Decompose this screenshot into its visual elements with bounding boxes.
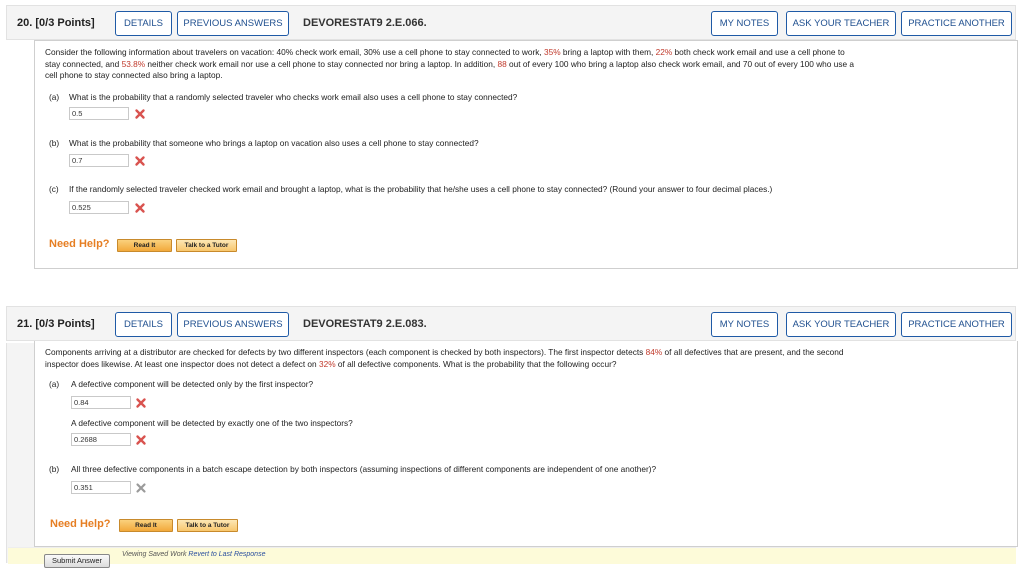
question-points: [0/3 Points]	[35, 318, 95, 330]
unmarked-x-icon	[136, 483, 146, 493]
part-label: (a)	[49, 92, 60, 102]
practice-another-button[interactable]: PRACTICE ANOTHER	[901, 11, 1012, 36]
answer-field[interactable]: 0.5	[69, 107, 129, 120]
part-label: (b)	[49, 138, 60, 148]
ask-your-teacher-button[interactable]: ASK YOUR TEACHER	[786, 312, 896, 337]
incorrect-x-icon	[136, 435, 146, 445]
intro-text: Consider the following information about…	[45, 47, 545, 57]
answer-field[interactable]: 0.84	[71, 396, 131, 409]
submit-answer-button[interactable]: Submit Answer	[44, 554, 110, 568]
intro-text: of all defective components. What is the…	[335, 358, 617, 369]
part-question: What is the probability that someone who…	[69, 138, 479, 148]
intro-text: bring a laptop with them,	[560, 47, 656, 57]
intro-highlight: 84%	[645, 347, 663, 357]
part-label: (b)	[49, 464, 60, 474]
question-20-header: 20. [0/3 Points] DETAILS PREVIOUS ANSWER…	[6, 5, 1016, 40]
need-help-label: Need Help?	[50, 518, 111, 530]
incorrect-x-icon	[135, 109, 145, 119]
part-question: If the randomly selected traveler checke…	[69, 184, 773, 194]
intro-highlight: 53.8%	[121, 58, 146, 69]
question-number-value: 21.	[17, 318, 33, 330]
question-21-header: 21. [0/3 Points] DETAILS PREVIOUS ANSWER…	[6, 306, 1016, 341]
previous-answers-button[interactable]: PREVIOUS ANSWERS	[177, 312, 289, 337]
part-question: All three defective components in a batc…	[71, 464, 657, 474]
question-code: DEVORESTAT9 2.E.083.	[303, 318, 427, 330]
question-sidebar	[6, 343, 35, 563]
read-it-button[interactable]: Read It	[119, 519, 173, 532]
part-question: What is the probability that a randomly …	[69, 92, 518, 102]
question-number-value: 20.	[17, 17, 33, 29]
my-notes-button[interactable]: MY NOTES	[711, 312, 778, 337]
question-intro: Components arriving at a distributor are…	[45, 347, 1013, 370]
viewing-status: Viewing Saved Work Revert to Last Respon…	[122, 551, 265, 558]
read-it-button[interactable]: Read It	[117, 239, 172, 252]
intro-highlight: 35%	[544, 47, 561, 57]
part-label: (c)	[49, 184, 59, 194]
part-label: (a)	[49, 379, 60, 389]
question-intro: Consider the following information about…	[45, 47, 1013, 82]
revert-link[interactable]: Revert to Last Response	[188, 551, 265, 558]
details-button[interactable]: DETAILS	[115, 11, 172, 36]
question-points: [0/3 Points]	[35, 17, 95, 29]
part-question: A defective component will be detected o…	[71, 379, 314, 389]
answer-field[interactable]: 0.7	[69, 154, 129, 167]
need-help-label: Need Help?	[49, 238, 110, 250]
talk-to-tutor-button[interactable]: Talk to a Tutor	[177, 519, 238, 532]
intro-text: of all defectives that are present, and …	[662, 347, 844, 357]
intro-text: cell phone to stay connected also bring …	[45, 70, 223, 80]
intro-text: inspector does likewise. At least one in…	[45, 358, 319, 369]
talk-to-tutor-button[interactable]: Talk to a Tutor	[176, 239, 237, 252]
question-20-body: Consider the following information about…	[34, 40, 1018, 269]
intro-text: neither check work email nor use a cell …	[145, 58, 498, 69]
incorrect-x-icon	[135, 203, 145, 213]
answer-field[interactable]: 0.351	[71, 481, 131, 494]
details-button[interactable]: DETAILS	[115, 312, 172, 337]
question-code: DEVORESTAT9 2.E.066.	[303, 17, 427, 29]
viewing-saved-work-text: Viewing Saved Work	[122, 551, 187, 558]
intro-text: Components arriving at a distributor are…	[45, 347, 646, 357]
previous-answers-button[interactable]: PREVIOUS ANSWERS	[177, 11, 289, 36]
incorrect-x-icon	[136, 398, 146, 408]
ask-your-teacher-button[interactable]: ASK YOUR TEACHER	[786, 11, 896, 36]
practice-another-button[interactable]: PRACTICE ANOTHER	[901, 312, 1012, 337]
answer-field[interactable]: 0.525	[69, 201, 129, 214]
question-21-body: Components arriving at a distributor are…	[34, 341, 1018, 547]
part-question: A defective component will be detected b…	[71, 418, 353, 428]
question-number: 21. [0/3 Points]	[17, 318, 95, 330]
intro-text: both check work email and use a cell pho…	[672, 47, 845, 57]
intro-text: stay connected, and	[45, 58, 122, 69]
incorrect-x-icon	[135, 156, 145, 166]
intro-highlight: 22%	[655, 47, 673, 57]
intro-text: out of every 100 who bring a laptop also…	[506, 58, 855, 69]
question-number: 20. [0/3 Points]	[17, 17, 95, 29]
my-notes-button[interactable]: MY NOTES	[711, 11, 778, 36]
answer-field[interactable]: 0.2688	[71, 433, 131, 446]
intro-highlight: 32%	[318, 358, 336, 369]
intro-highlight: 88	[497, 58, 507, 69]
